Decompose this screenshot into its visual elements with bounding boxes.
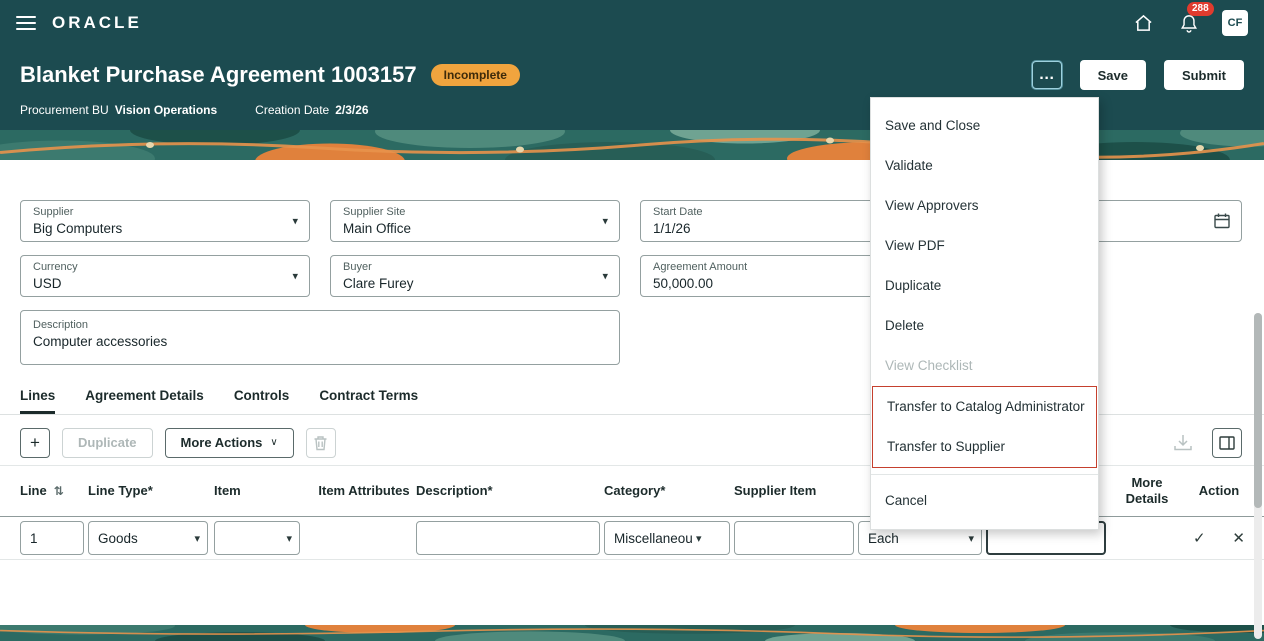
transfer-items-highlight-box: Transfer to Catalog Administrator Transf… (872, 386, 1097, 468)
page-title: Blanket Purchase Agreement 1003157 (20, 62, 417, 88)
notifications-bell-icon[interactable]: 288 (1176, 10, 1202, 36)
buyer-field[interactable]: Buyer Clare Furey ▾ (330, 255, 620, 297)
column-header-supplier-item: Supplier Item (734, 483, 854, 499)
buyer-value: Clare Furey (343, 276, 591, 291)
submit-button[interactable]: Submit (1164, 60, 1244, 90)
agreement-amount-label: Agreement Amount (653, 261, 901, 273)
supplier-field[interactable]: Supplier Big Computers ▾ (20, 200, 310, 242)
currency-label: Currency (33, 261, 281, 273)
menu-item-view-pdf[interactable]: View PDF (871, 226, 1098, 266)
add-line-button[interactable]: + (20, 428, 50, 458)
vertical-scrollbar (1254, 313, 1262, 639)
table-view-actions (1170, 428, 1244, 458)
caret-down-icon[interactable]: ▾ (292, 215, 298, 228)
hamburger-menu-icon[interactable] (16, 16, 36, 30)
home-icon[interactable] (1130, 10, 1156, 36)
row-check-icon[interactable]: ✓ (1193, 529, 1206, 547)
columns-icon (1219, 436, 1235, 450)
menu-item-transfer-to-supplier[interactable]: Transfer to Supplier (873, 427, 1096, 467)
procurement-bu: Procurement BUVision Operations (20, 103, 217, 117)
tab-controls[interactable]: Controls (234, 388, 290, 414)
description-value: Computer accessories (33, 334, 591, 349)
actions-menu: Save and Close Validate View Approvers V… (870, 97, 1099, 530)
column-header-line: Line⇅ (20, 483, 84, 499)
chevron-down-icon: ∨ (270, 437, 277, 448)
column-header-category: Category* (604, 483, 730, 499)
caret-down-icon[interactable]: ▾ (602, 270, 608, 283)
description-label: Description (33, 319, 591, 331)
column-header-description: Description* (416, 483, 600, 499)
line-type-select[interactable]: Goods▾ (88, 521, 208, 555)
creation-date: Creation Date2/3/26 (255, 103, 368, 117)
user-avatar[interactable]: CF (1222, 10, 1248, 36)
menu-item-cancel[interactable]: Cancel (871, 481, 1098, 521)
category-select[interactable]: Miscellaneous▾ (604, 521, 730, 555)
export-download-button (1170, 430, 1196, 456)
tab-contract-terms[interactable]: Contract Terms (319, 388, 418, 414)
supplier-item-input[interactable] (734, 521, 854, 555)
plus-icon: + (30, 434, 40, 451)
footer-art (0, 625, 1264, 641)
item-select[interactable]: ▾ (214, 521, 300, 555)
menu-item-duplicate[interactable]: Duplicate (871, 266, 1098, 306)
row-delete-icon[interactable]: ✕ (1232, 529, 1245, 547)
status-badge: Incomplete (431, 64, 520, 86)
header-actions: … Save Submit (1032, 60, 1244, 90)
menu-item-view-checklist: View Checklist (871, 346, 1098, 386)
column-header-line-type: Line Type* (88, 483, 208, 499)
menu-item-validate[interactable]: Validate (871, 146, 1098, 186)
description-field[interactable]: Description Computer accessories (20, 310, 620, 365)
menu-item-delete[interactable]: Delete (871, 306, 1098, 346)
buyer-label: Buyer (343, 261, 591, 273)
caret-down-icon[interactable]: ▾ (292, 270, 298, 283)
start-date-label: Start Date (653, 206, 901, 218)
scrollbar-thumb[interactable] (1254, 313, 1262, 508)
caret-down-icon: ▾ (696, 532, 702, 545)
menu-item-view-approvers[interactable]: View Approvers (871, 186, 1098, 226)
action-cell: ✓ ✕ (1190, 529, 1248, 547)
notification-badge: 288 (1187, 2, 1214, 16)
topbar-actions: 288 CF (1130, 10, 1248, 36)
tab-lines[interactable]: Lines (20, 388, 55, 414)
tab-agreement-details[interactable]: Agreement Details (85, 388, 204, 414)
column-header-item: Item (214, 483, 300, 499)
agreement-amount-value: 50,000.00 (653, 276, 901, 291)
calendar-icon[interactable] (1213, 212, 1231, 230)
caret-down-icon: ▾ (286, 532, 292, 545)
more-actions-button[interactable]: … (1032, 61, 1062, 89)
supplier-site-label: Supplier Site (343, 206, 591, 218)
bell-icon-glyph (1180, 14, 1198, 33)
save-button[interactable]: Save (1080, 60, 1146, 90)
duplicate-line-button: Duplicate (62, 428, 153, 458)
trash-icon (313, 435, 328, 451)
delete-line-button (306, 428, 336, 458)
line-number-input[interactable]: 1 (20, 521, 84, 555)
global-header: ORACLE 288 CF (0, 0, 1264, 46)
column-header-more-details: More Details (1118, 475, 1176, 508)
column-header-action: Action (1190, 483, 1248, 499)
oracle-logo: ORACLE (52, 13, 142, 33)
start-date-value: 1/1/26 (653, 221, 901, 236)
currency-field[interactable]: Currency USD ▾ (20, 255, 310, 297)
supplier-label: Supplier (33, 206, 281, 218)
caret-down-icon: ▾ (194, 532, 200, 545)
manage-columns-button[interactable] (1212, 428, 1242, 458)
description-input[interactable] (416, 521, 600, 555)
home-icon-glyph (1134, 14, 1153, 32)
more-actions-dropdown-button[interactable]: More Actions∨ (165, 428, 294, 458)
supplier-site-value: Main Office (343, 221, 591, 236)
supplier-site-field[interactable]: Supplier Site Main Office ▾ (330, 200, 620, 242)
supplier-value: Big Computers (33, 221, 281, 236)
column-header-item-attributes: Item Attributes (318, 483, 410, 499)
sort-icon[interactable]: ⇅ (54, 484, 64, 498)
menu-item-save-and-close[interactable]: Save and Close (871, 106, 1098, 146)
currency-value: USD (33, 276, 281, 291)
menu-separator (871, 474, 1098, 475)
menu-item-transfer-to-catalog-administrator[interactable]: Transfer to Catalog Administrator (873, 387, 1096, 427)
caret-down-icon: ▾ (968, 532, 974, 545)
download-icon (1173, 433, 1193, 452)
caret-down-icon[interactable]: ▾ (602, 215, 608, 228)
